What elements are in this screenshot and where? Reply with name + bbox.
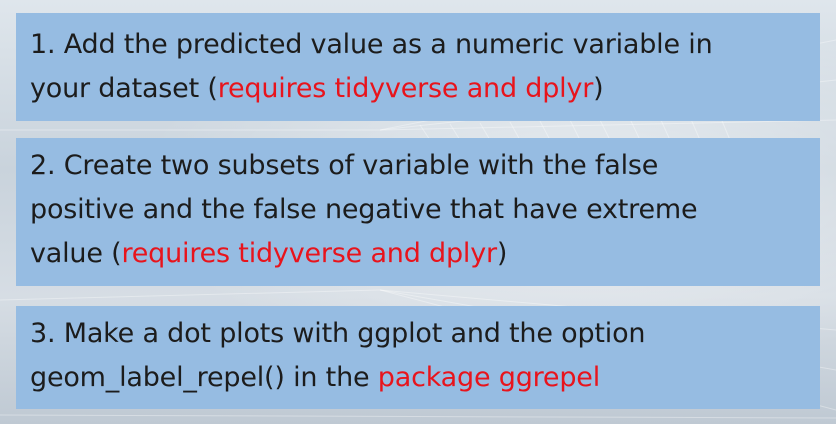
step-1-line-1: 1. Add the predicted value as a numeric …: [30, 29, 713, 60]
step-3-requirement: package ggrepel: [377, 362, 600, 393]
step-2-requirement: requires tidyverse and dplyr: [121, 238, 497, 269]
step-1-requirement: requires tidyverse and dplyr: [217, 73, 594, 104]
step-1-box: 1. Add the predicted value as a numeric …: [16, 13, 820, 121]
step-3-box: 3. Make a dot plots with ggplot and the …: [16, 306, 820, 409]
step-3-line-1: 3. Make a dot plots with ggplot and the …: [30, 318, 646, 349]
step-2-line-2: positive and the false negative that hav…: [30, 194, 698, 225]
step-1-line-2: your dataset (requires tidyverse and dpl…: [30, 73, 604, 104]
step-2-line-3: value (requires tidyverse and dplyr): [30, 238, 508, 269]
step-2-line-1: 2. Create two subsets of variable with t…: [30, 150, 659, 181]
step-3-line-2: geom_label_repel() in the package ggrepe…: [30, 362, 600, 393]
step-2-box: 2. Create two subsets of variable with t…: [16, 138, 820, 286]
